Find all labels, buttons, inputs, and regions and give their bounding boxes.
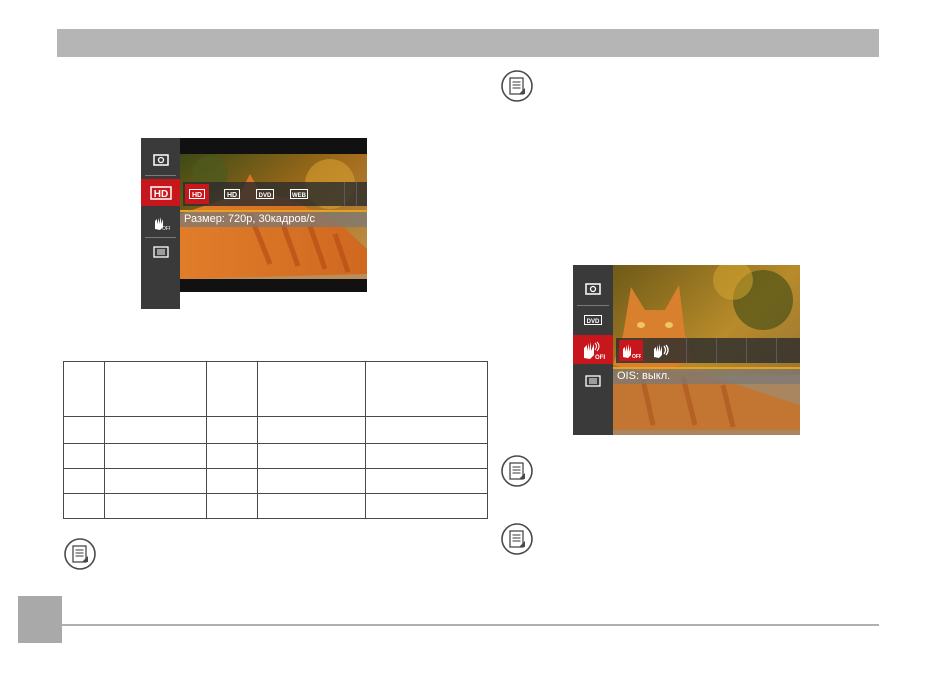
table-row — [63, 443, 488, 469]
table-cell — [206, 468, 258, 494]
stabilizer-off-icon[interactable]: OFF — [141, 212, 180, 234]
table-row — [63, 468, 488, 494]
table-cell — [206, 443, 258, 469]
svg-text:DVD: DVD — [587, 319, 600, 325]
table-cell — [365, 443, 488, 469]
side-menu: DVD OFF — [573, 265, 613, 435]
table-cell — [365, 361, 488, 417]
table-cell — [63, 493, 105, 519]
table-row — [63, 416, 488, 444]
table-cell — [365, 416, 488, 444]
stabilizer-off-icon[interactable]: OFF — [573, 335, 613, 364]
table-cell — [257, 361, 366, 417]
option-hd-2[interactable]: HD — [220, 184, 244, 204]
footer-rule — [62, 624, 879, 626]
table-cell — [206, 493, 258, 519]
table-cell — [206, 361, 258, 417]
table-cell — [206, 416, 258, 444]
exposure-icon[interactable] — [141, 150, 180, 170]
option-dvd[interactable]: DVD — [253, 184, 277, 204]
table-cell — [63, 361, 105, 417]
option-stabilizer-on[interactable] — [649, 340, 677, 361]
side-menu: HD OFF — [141, 138, 180, 309]
list-menu-icon[interactable] — [141, 242, 180, 262]
svg-text:HD: HD — [192, 192, 202, 199]
svg-text:WEB: WEB — [292, 193, 307, 199]
settings-table — [63, 361, 488, 519]
svg-text:OFF: OFF — [632, 354, 641, 359]
table-cell — [257, 493, 366, 519]
table-cell — [104, 416, 207, 444]
table-cell — [365, 493, 488, 519]
hd-video-icon[interactable]: HD — [141, 179, 180, 206]
table-cell — [63, 468, 105, 494]
option-hd-1[interactable]: HD — [185, 184, 209, 204]
note-icon — [501, 455, 533, 487]
option-web[interactable]: WEB — [287, 184, 311, 204]
svg-text:OFF: OFF — [162, 226, 170, 231]
svg-text:OFF: OFF — [595, 355, 605, 360]
table-cell — [63, 443, 105, 469]
svg-text:HD: HD — [227, 192, 237, 199]
note-icon — [501, 70, 533, 102]
table-cell — [104, 443, 207, 469]
page-number-box — [18, 596, 62, 643]
table-cell — [257, 416, 366, 444]
options-bar — [616, 338, 800, 363]
note-icon — [64, 538, 96, 570]
table-header-row — [63, 361, 488, 417]
section-header-bar — [57, 29, 879, 57]
camera-screen-ois: DVD OFF OFF OIS: выкл. — [573, 265, 800, 435]
camera-screen-video-size: HD OFF HD HD DVD WEB Размер: 720р, 30кад… — [141, 138, 367, 309]
dvd-icon[interactable]: DVD — [573, 310, 613, 330]
table-cell — [63, 416, 105, 444]
table-cell — [104, 468, 207, 494]
table-cell — [257, 468, 366, 494]
hint-text: Размер: 720р, 30кадров/с — [180, 212, 367, 227]
table-cell — [365, 468, 488, 494]
table-cell — [104, 361, 207, 417]
table-cell — [104, 493, 207, 519]
hint-text: OIS: выкл. — [613, 369, 800, 384]
list-menu-icon[interactable] — [573, 371, 613, 391]
note-icon — [501, 523, 533, 555]
option-stabilizer-off[interactable]: OFF — [619, 340, 643, 361]
svg-text:DVD: DVD — [259, 193, 272, 199]
exposure-icon[interactable] — [573, 279, 613, 299]
svg-text:HD: HD — [153, 189, 167, 200]
table-cell — [257, 443, 366, 469]
table-row — [63, 493, 488, 519]
